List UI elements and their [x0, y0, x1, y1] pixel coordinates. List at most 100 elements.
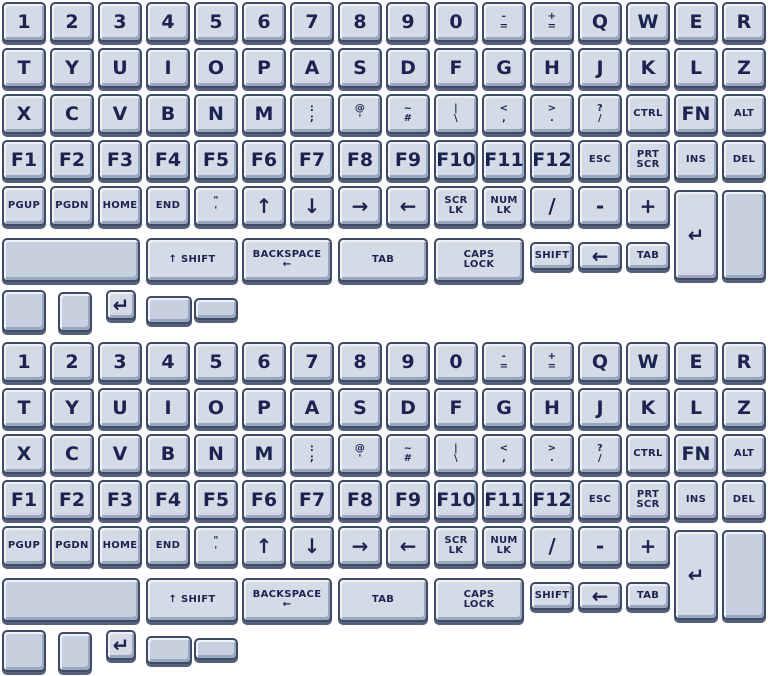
key-7[interactable]: 7	[290, 2, 334, 42]
key-c[interactable]: C	[50, 94, 94, 134]
key-alt[interactable]: ALT	[722, 434, 766, 474]
key-pgup[interactable]: PGUP	[2, 526, 46, 566]
small-tab-key[interactable]: TAB	[626, 582, 670, 610]
key-symbol[interactable]: ←	[386, 186, 430, 226]
key-5[interactable]: 5	[194, 2, 238, 42]
key-symbol[interactable]: ~ #	[386, 434, 430, 474]
key-z[interactable]: Z	[722, 388, 766, 428]
key-f4[interactable]: F4	[146, 480, 190, 520]
fragment-key-1[interactable]	[2, 630, 46, 672]
key-ctrl[interactable]: CTRL	[626, 434, 670, 474]
key-w[interactable]: W	[626, 342, 670, 382]
caps-lock-key[interactable]: CAPS LOCK	[434, 578, 524, 622]
fragment-key-5[interactable]	[194, 638, 238, 660]
key-r[interactable]: R	[722, 342, 766, 382]
key-symbol[interactable]: ? /	[578, 434, 622, 474]
tab-key[interactable]: TAB	[338, 238, 428, 282]
key-del[interactable]: DEL	[722, 140, 766, 180]
key-8[interactable]: 8	[338, 2, 382, 42]
key-u[interactable]: U	[98, 48, 142, 88]
key-symbol[interactable]: ↓	[290, 526, 334, 566]
key-symbol[interactable]: -	[578, 526, 622, 566]
key-z[interactable]: Z	[722, 48, 766, 88]
key-f[interactable]: F	[434, 388, 478, 428]
key-f2[interactable]: F2	[50, 140, 94, 180]
key-symbol[interactable]: →	[338, 526, 382, 566]
key-l[interactable]: L	[674, 388, 718, 428]
key-esc[interactable]: ESC	[578, 480, 622, 520]
key-f3[interactable]: F3	[98, 480, 142, 520]
key-symbol[interactable]: " '	[194, 526, 238, 566]
key-pgup[interactable]: PGUP	[2, 186, 46, 226]
key-f2[interactable]: F2	[50, 480, 94, 520]
backspace-key[interactable]: BACKSPACE ←	[242, 578, 332, 622]
key-symbol[interactable]: " '	[194, 186, 238, 226]
key-symbol[interactable]: ←	[386, 526, 430, 566]
key-f3[interactable]: F3	[98, 140, 142, 180]
key-x[interactable]: X	[2, 94, 46, 134]
key-w[interactable]: W	[626, 2, 670, 42]
fragment-key-4[interactable]	[146, 296, 192, 324]
key-symbol[interactable]: @ '	[338, 94, 382, 134]
key-n[interactable]: N	[194, 434, 238, 474]
key-e[interactable]: E	[674, 342, 718, 382]
key-p[interactable]: P	[242, 48, 286, 88]
key-f12[interactable]: F12	[530, 140, 574, 180]
key-f1[interactable]: F1	[2, 140, 46, 180]
key-c[interactable]: C	[50, 434, 94, 474]
key-symbol[interactable]: : ;	[290, 434, 334, 474]
key-d[interactable]: D	[386, 388, 430, 428]
key-9[interactable]: 9	[386, 2, 430, 42]
key-scr-lk[interactable]: SCR LK	[434, 186, 478, 226]
small-shift-key[interactable]: SHIFT	[530, 582, 574, 610]
key-k[interactable]: K	[626, 388, 670, 428]
key-1[interactable]: 1	[2, 2, 46, 42]
key-scr-lk[interactable]: SCR LK	[434, 526, 478, 566]
key-symbol[interactable]: > .	[530, 434, 574, 474]
small-left-arrow-key[interactable]: ←	[578, 582, 622, 610]
key-pgdn[interactable]: PGDN	[50, 186, 94, 226]
key-f10[interactable]: F10	[434, 140, 478, 180]
tall-blank-key[interactable]	[722, 190, 766, 280]
key-symbol[interactable]: →	[338, 186, 382, 226]
key-ctrl[interactable]: CTRL	[626, 94, 670, 134]
key-y[interactable]: Y	[50, 48, 94, 88]
key-o[interactable]: O	[194, 388, 238, 428]
key-t[interactable]: T	[2, 388, 46, 428]
tall-blank-key[interactable]	[722, 530, 766, 620]
key-4[interactable]: 4	[146, 342, 190, 382]
key-0[interactable]: 0	[434, 2, 478, 42]
key-symbol[interactable]: - =	[482, 342, 526, 382]
key-end[interactable]: END	[146, 186, 190, 226]
key-pgdn[interactable]: PGDN	[50, 526, 94, 566]
fragment-key-5[interactable]	[194, 298, 238, 320]
key-prt-scr[interactable]: PRT SCR	[626, 480, 670, 520]
fragment-key-4[interactable]	[146, 636, 192, 664]
small-tab-key[interactable]: TAB	[626, 242, 670, 270]
key-fn[interactable]: FN	[674, 94, 718, 134]
key-symbol[interactable]: -	[578, 186, 622, 226]
key-symbol[interactable]: + =	[530, 342, 574, 382]
key-h[interactable]: H	[530, 388, 574, 428]
key-i[interactable]: I	[146, 388, 190, 428]
key-num-lk[interactable]: NUM LK	[482, 526, 526, 566]
key-h[interactable]: H	[530, 48, 574, 88]
key-symbol[interactable]: : ;	[290, 94, 334, 134]
key-symbol[interactable]: < ,	[482, 94, 526, 134]
fragment-key-2[interactable]	[58, 292, 92, 332]
key-symbol[interactable]: ↑	[242, 186, 286, 226]
key-f4[interactable]: F4	[146, 140, 190, 180]
key-symbol[interactable]: ~ #	[386, 94, 430, 134]
key-f5[interactable]: F5	[194, 480, 238, 520]
key-2[interactable]: 2	[50, 342, 94, 382]
key-symbol[interactable]: /	[530, 186, 574, 226]
key-symbol[interactable]: +	[626, 526, 670, 566]
key-del[interactable]: DEL	[722, 480, 766, 520]
key-m[interactable]: M	[242, 94, 286, 134]
key-x[interactable]: X	[2, 434, 46, 474]
key-f6[interactable]: F6	[242, 140, 286, 180]
key-m[interactable]: M	[242, 434, 286, 474]
key-1[interactable]: 1	[2, 342, 46, 382]
key-9[interactable]: 9	[386, 342, 430, 382]
key-f11[interactable]: F11	[482, 480, 526, 520]
